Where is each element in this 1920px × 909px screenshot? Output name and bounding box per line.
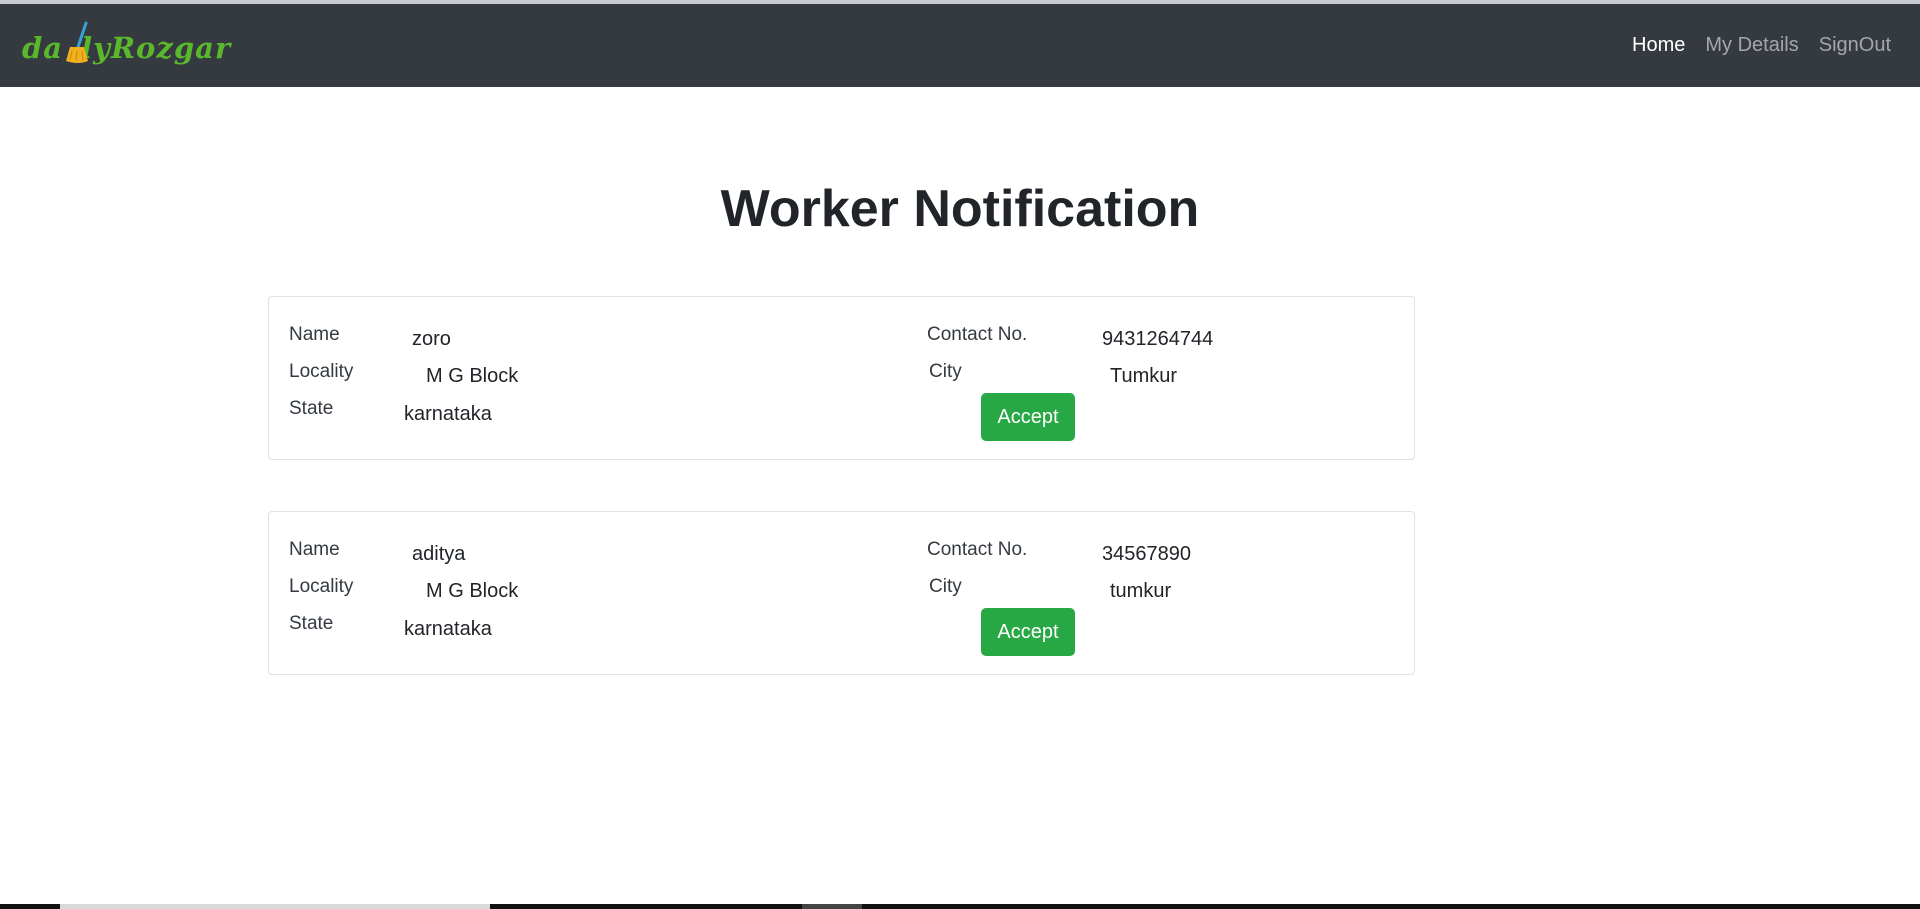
bottom-taskbar-edge: [0, 904, 1920, 909]
city-value: tumkur: [1110, 580, 1172, 602]
city-label: City: [929, 576, 962, 597]
contact-label: Contact No.: [927, 324, 1028, 345]
locality-label: Locality: [289, 361, 354, 382]
page-title: Worker Notification: [720, 180, 1200, 238]
nav-home[interactable]: Home: [1632, 34, 1685, 57]
nav-signout[interactable]: SignOut: [1819, 34, 1891, 57]
locality-value: M G Block: [426, 365, 519, 387]
broom-icon: [66, 21, 88, 63]
name-label: Name: [289, 539, 340, 560]
locality-label: Locality: [289, 576, 354, 597]
state-label: State: [289, 613, 334, 634]
nav-my-details[interactable]: My Details: [1705, 34, 1798, 57]
state-value: karnataka: [404, 403, 492, 425]
city-label: City: [929, 361, 962, 382]
navbar: dailyRozgar dalyRozgar Home My Details S…: [0, 4, 1920, 87]
logo-wordmark: dailyRozgar dalyRozgar: [22, 21, 231, 65]
state-value: karnataka: [404, 618, 492, 640]
nav-links: Home My Details SignOut: [1632, 34, 1891, 57]
brand-logo[interactable]: dailyRozgar dalyRozgar: [22, 21, 231, 72]
locality-value: M G Block: [426, 580, 519, 602]
contact-label: Contact No.: [927, 539, 1028, 560]
contact-value: 9431264744: [1102, 328, 1214, 350]
name-value: zoro: [412, 328, 451, 350]
name-value: aditya: [412, 543, 466, 565]
notification-card: Name aditya Locality M G Block State kar…: [268, 511, 1415, 675]
contact-value: 34567890: [1102, 543, 1191, 565]
state-label: State: [289, 398, 334, 419]
notification-card: Name zoro Locality M G Block State karna…: [268, 296, 1415, 460]
accept-button[interactable]: Accept: [981, 393, 1075, 441]
accept-button[interactable]: Accept: [981, 608, 1075, 656]
name-label: Name: [289, 324, 340, 345]
city-value: Tumkur: [1110, 365, 1178, 387]
